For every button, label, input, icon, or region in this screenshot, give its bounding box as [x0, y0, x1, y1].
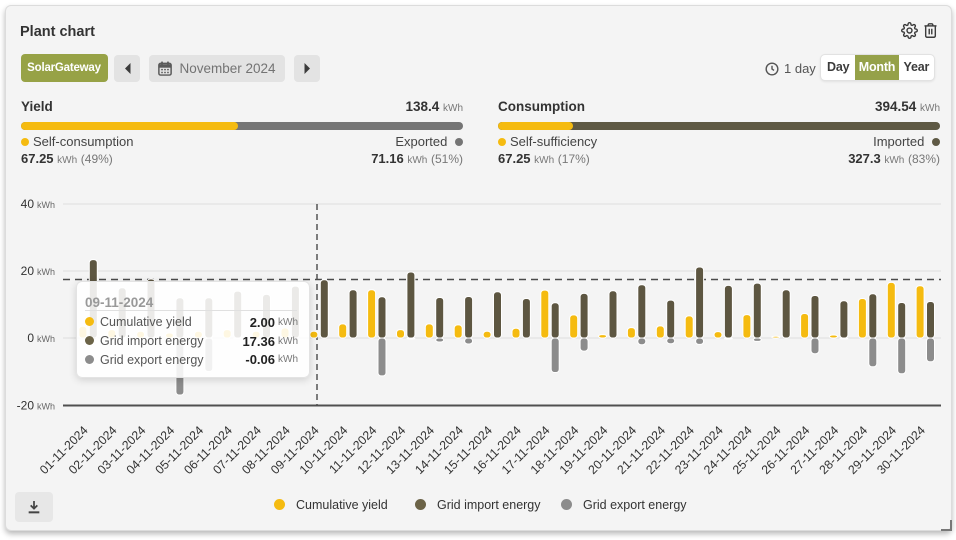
svg-text:kWh: kWh — [37, 402, 55, 412]
svg-text:40: 40 — [21, 197, 35, 211]
svg-text:kWh: kWh — [37, 334, 55, 344]
svg-text:20: 20 — [21, 264, 35, 278]
svg-text:kWh: kWh — [37, 267, 55, 277]
svg-text:-20: -20 — [17, 399, 35, 413]
svg-text:0: 0 — [27, 331, 34, 345]
svg-text:kWh: kWh — [37, 200, 55, 210]
